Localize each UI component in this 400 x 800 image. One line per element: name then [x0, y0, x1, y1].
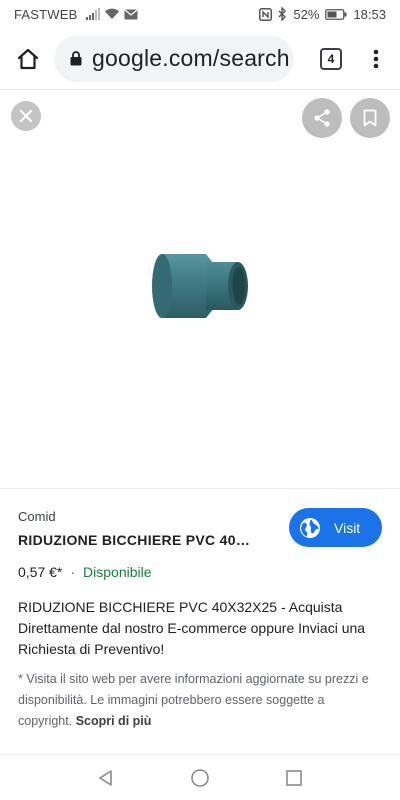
source-site[interactable]: Comid [18, 509, 56, 524]
nav-back-button[interactable] [86, 758, 126, 798]
back-triangle-icon [99, 769, 112, 786]
visit-button[interactable]: Visit [289, 508, 382, 547]
availability: Disponibile [83, 564, 152, 580]
carrier-name: FASTWEB [14, 6, 78, 22]
clock: 18:53 [353, 6, 386, 22]
nfc-icon [259, 7, 273, 21]
share-icon [314, 109, 330, 127]
product-title[interactable]: RIDUZIONE BICCHIERE PVC 40… [18, 532, 250, 548]
save-bookmark-button[interactable] [350, 98, 390, 138]
browser-toolbar: google.com/search 4 [0, 28, 400, 90]
learn-more-link[interactable]: Scopri di più [76, 714, 152, 728]
status-icons-right: 52% 18:53 [259, 7, 386, 22]
home-circle-icon [191, 768, 209, 787]
system-nav-bar [0, 754, 400, 800]
disclaimer: * Visita il sito web per avere informazi… [18, 669, 382, 732]
battery-percent: 52% [293, 6, 320, 22]
product-image[interactable] [148, 248, 252, 324]
globe-icon [300, 517, 320, 538]
tab-switcher-button[interactable]: 4 [308, 36, 354, 82]
url-text: google.com/search [92, 45, 290, 71]
home-icon [17, 48, 39, 69]
price: 0,57 €* [18, 564, 63, 580]
bluetooth-icon [278, 7, 287, 21]
visit-label: Visit [334, 519, 361, 536]
product-panel: Comid RIDUZIONE BICCHIERE PVC 40… Visit … [0, 489, 400, 754]
browser-menu-button[interactable] [358, 36, 394, 82]
status-bar: FASTWEB 52% 18:53 [0, 0, 400, 28]
separator-dot: · [70, 564, 76, 580]
home-button[interactable] [2, 33, 54, 85]
wifi-icon [104, 8, 119, 19]
nav-home-button[interactable] [180, 758, 220, 798]
status-icons-left [85, 8, 138, 20]
tab-count: 4 [320, 47, 342, 70]
price-row: 0,57 €* · Disponibile [18, 564, 152, 580]
screen: FASTWEB 52% 18:53 google.com/search 4 Co… [0, 0, 400, 800]
disclaimer-text: * Visita il sito web per avere informazi… [18, 672, 369, 728]
more-vert-icon [373, 49, 379, 68]
product-description: RIDUZIONE BICCHIERE PVC 40X32X25 - Acqui… [18, 599, 366, 657]
close-icon [19, 109, 33, 123]
nav-recents-button[interactable] [274, 758, 314, 798]
message-icon [124, 9, 138, 19]
close-viewer-button[interactable] [11, 101, 41, 131]
bookmark-icon [363, 109, 377, 127]
image-viewer [0, 90, 400, 488]
signal-icon [85, 8, 100, 20]
address-bar[interactable]: google.com/search [54, 35, 294, 82]
battery-icon [325, 8, 347, 20]
recents-square-icon [286, 769, 302, 786]
share-button[interactable] [302, 98, 342, 138]
lock-icon [70, 51, 82, 66]
